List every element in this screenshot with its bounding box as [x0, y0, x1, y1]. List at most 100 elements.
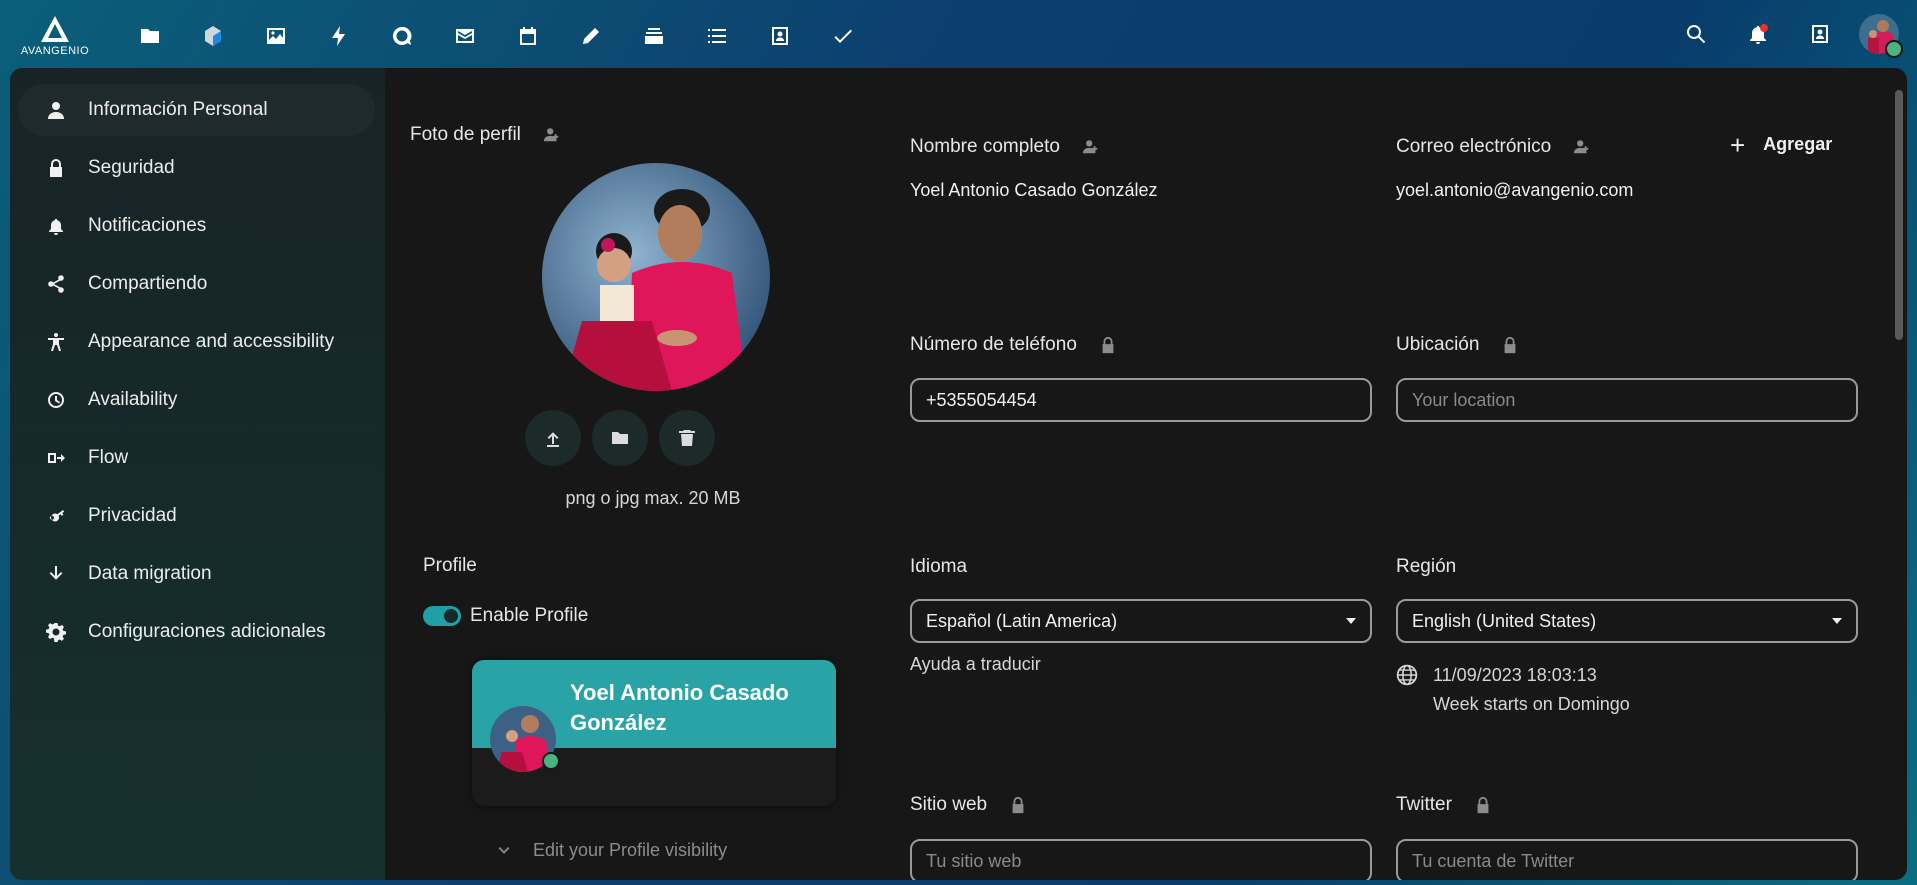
lock-icon[interactable] [1099, 336, 1117, 354]
sidebar-item-label: Privacidad [88, 505, 177, 526]
content-scrollbar[interactable] [1895, 90, 1903, 340]
language-label: Idioma [910, 556, 967, 578]
user-avatar[interactable] [1859, 14, 1903, 58]
files-app[interactable] [118, 16, 181, 56]
folder-icon [140, 29, 159, 43]
notifications-button[interactable] [1727, 14, 1789, 54]
contacts-icon [771, 27, 788, 45]
phone-input[interactable] [910, 378, 1372, 422]
sidebar-item-data-migration[interactable]: Data migration [18, 548, 375, 600]
profile-card-avatar [490, 706, 560, 772]
upload-icon [547, 432, 559, 447]
search-icon [1687, 25, 1706, 44]
calendar-icon [519, 27, 536, 45]
region-selected-value: English (United States) [1412, 610, 1597, 631]
profile-visibility-toggle[interactable]: Edit your Profile visibility [495, 840, 727, 861]
language-selected-value: Español (Latin America) [926, 610, 1118, 631]
help-translate-link[interactable]: Ayuda a traducir [910, 654, 1041, 675]
sidebar-item-flow[interactable]: Flow [18, 432, 375, 484]
lock-icon[interactable] [1501, 336, 1519, 354]
tasks-app[interactable] [811, 16, 874, 56]
sidebar-item-label: Seguridad [88, 157, 175, 178]
notes-app[interactable] [559, 16, 622, 56]
sidebar-item-additional-settings[interactable]: Configuraciones adicionales [18, 606, 375, 658]
phone-label: Número de teléfono [910, 334, 1117, 356]
talk-icon [392, 26, 411, 45]
activity-app[interactable] [307, 16, 370, 56]
photos-app[interactable] [181, 16, 244, 56]
enable-profile-toggle[interactable] [423, 606, 461, 626]
activity-bolt-icon [331, 26, 345, 46]
deck-app[interactable] [622, 16, 685, 56]
sidebar-item-notifications[interactable]: Notificaciones [18, 200, 375, 252]
download-arrow-icon [49, 566, 63, 580]
sidebar-item-security[interactable]: Seguridad [18, 142, 375, 194]
caret-down-icon [1832, 618, 1842, 624]
lock-icon[interactable] [1009, 796, 1027, 814]
sidebar-item-appearance[interactable]: Appearance and accessibility [18, 316, 375, 368]
calendar-app[interactable] [496, 16, 559, 56]
globe-icon [1396, 664, 1418, 686]
profile-heading: Profile [423, 555, 477, 576]
region-datetime: 11/09/2023 18:03:13 [1433, 665, 1597, 685]
location-label-text: Ubicación [1396, 334, 1480, 355]
location-input[interactable] [1396, 378, 1858, 422]
lock-icon[interactable] [1474, 796, 1492, 814]
sidebar-item-personal-info[interactable]: Información Personal [18, 84, 375, 136]
scope-users-icon[interactable] [1082, 138, 1100, 156]
accessibility-icon [48, 333, 64, 351]
key-icon [49, 510, 65, 522]
lock-icon [50, 159, 62, 177]
remove-photo-button[interactable] [659, 410, 715, 466]
scope-users-icon[interactable] [543, 126, 561, 144]
notes-pencil-icon [582, 28, 599, 44]
status-online-dot [1885, 40, 1903, 58]
trash-icon [679, 430, 695, 446]
app-logo[interactable]: AVANGENIO [18, 14, 92, 60]
talk-app[interactable] [370, 16, 433, 56]
website-label-text: Sitio web [910, 794, 988, 815]
profile-photo-label: Foto de perfil [410, 124, 561, 146]
full-name-value[interactable]: Yoel Antonio Casado González [910, 180, 1158, 201]
status-online-dot [542, 752, 560, 770]
folder-icon [612, 432, 628, 444]
twitter-input[interactable] [1396, 839, 1858, 880]
sidebar-item-privacy[interactable]: Privacidad [18, 490, 375, 542]
header-right [1665, 14, 1917, 58]
contacts-app[interactable] [748, 16, 811, 56]
mail-app[interactable] [433, 16, 496, 56]
profile-preview-card[interactable]: Yoel Antonio Casado González [472, 660, 836, 806]
email-label: Correo electrónico [1396, 136, 1591, 158]
search-button[interactable] [1665, 14, 1727, 54]
upload-photo-button[interactable] [525, 410, 581, 466]
photos-stack-icon [204, 26, 221, 46]
top-bar: AVANGENIO [0, 0, 1917, 68]
choose-from-files-button[interactable] [592, 410, 648, 466]
website-input[interactable] [910, 839, 1372, 880]
website-label: Sitio web [910, 794, 1027, 816]
tasks-list-app[interactable] [685, 16, 748, 56]
sidebar-item-label: Información Personal [88, 99, 268, 120]
flow-icon [48, 453, 65, 463]
region-label: Región [1396, 556, 1456, 578]
tasks-check-icon [833, 29, 852, 43]
email-label-text: Correo electrónico [1396, 136, 1552, 157]
language-select[interactable]: Español (Latin America) [910, 599, 1372, 643]
enable-profile-label[interactable]: Enable Profile [470, 605, 588, 627]
scope-users-icon[interactable] [1573, 138, 1591, 156]
location-label: Ubicación [1396, 334, 1519, 356]
region-select[interactable]: English (United States) [1396, 599, 1858, 643]
sidebar-item-availability[interactable]: Availability [18, 374, 375, 426]
notification-badge [1760, 24, 1768, 32]
profile-photo [542, 163, 770, 391]
email-value[interactable]: yoel.antonio@avangenio.com [1396, 180, 1633, 201]
gallery-app[interactable] [244, 16, 307, 56]
contacts-menu-button[interactable] [1789, 14, 1851, 54]
add-email-button[interactable]: + Agregar [1730, 132, 1832, 158]
full-name-label-text: Nombre completo [910, 136, 1060, 157]
sidebar-item-label: Notificaciones [88, 215, 207, 236]
full-name-label: Nombre completo [910, 136, 1100, 158]
avangenio-logo-icon [41, 16, 69, 42]
deck-icon [644, 28, 663, 44]
sidebar-item-sharing[interactable]: Compartiendo [18, 258, 375, 310]
